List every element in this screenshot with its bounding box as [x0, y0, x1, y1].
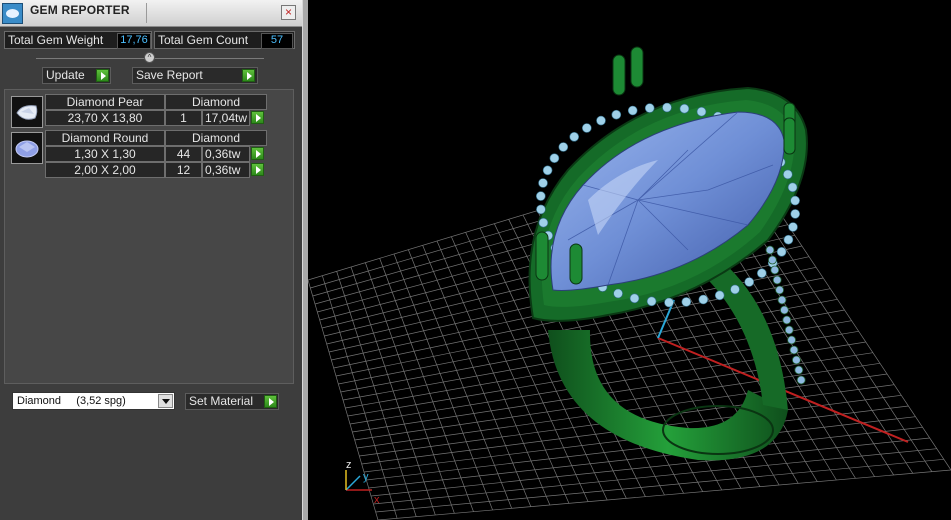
- halo-stone: [536, 204, 546, 215]
- halo-stone: [790, 209, 801, 219]
- grid-line: [375, 458, 944, 513]
- halo-stone: [611, 109, 622, 120]
- halo-stone: [569, 132, 580, 142]
- halo-stone: [730, 284, 740, 295]
- material-select[interactable]: Diamond (3,52 spg): [12, 392, 175, 410]
- halo-stone: [790, 195, 800, 206]
- pear-gem-icon: [11, 96, 43, 128]
- save-report-arrow-icon: [242, 69, 255, 82]
- side-stone: [784, 325, 794, 335]
- halo-stone: [536, 191, 546, 201]
- side-stone: [796, 375, 806, 385]
- set-material-arrow-icon: [264, 395, 277, 408]
- title-separator: [146, 3, 147, 23]
- side-stone: [770, 265, 780, 275]
- set-material-button[interactable]: Set Material: [185, 393, 279, 410]
- gem-material-cell: Diamond: [165, 130, 267, 146]
- material-select-value: Diamond (3,52 spg): [17, 395, 126, 407]
- halo-stone: [538, 217, 549, 228]
- side-stone: [789, 345, 799, 355]
- save-report-button[interactable]: Save Report: [132, 67, 258, 84]
- halo-stone: [787, 182, 798, 193]
- halo-stone: [596, 115, 606, 126]
- side-stone: [791, 355, 801, 365]
- gem-name-cell: Diamond Round: [45, 130, 165, 146]
- gem-size-cell: 23,70 X 13,80: [45, 110, 165, 126]
- total-gem-count-label: Total Gem Count: [158, 33, 249, 47]
- collapse-toggle-icon[interactable]: ^: [144, 52, 155, 63]
- halo-stone: [744, 277, 755, 287]
- halo-stone: [782, 169, 793, 180]
- total-gem-count-box: Total Gem Count 57: [154, 31, 295, 49]
- select-gem-arrow-icon[interactable]: [251, 147, 264, 160]
- halo-stone: [613, 288, 623, 299]
- side-stone: [772, 275, 782, 285]
- gem-count-cell: 44: [165, 146, 202, 162]
- x-axis-label: x: [374, 494, 380, 506]
- side-stone: [794, 365, 804, 375]
- title-bar: GEM REPORTER ×: [0, 0, 302, 27]
- halo-stone: [776, 247, 787, 257]
- halo-stone: [542, 165, 553, 176]
- halo-stone: [756, 268, 767, 279]
- halo-stone: [662, 102, 672, 113]
- halo-stone: [698, 294, 709, 305]
- round-gem-icon: [11, 132, 43, 164]
- halo-stone: [549, 153, 560, 163]
- halo-stone: [696, 106, 707, 117]
- z-axis-label: z: [346, 459, 352, 471]
- select-gem-arrow-icon[interactable]: [251, 163, 264, 176]
- center-pear-stone: [550, 111, 785, 291]
- gem-report-list: Diamond Pear Diamond 23,70 X 13,80 1 17,…: [4, 89, 294, 384]
- side-stone: [777, 295, 787, 305]
- gem-reporter-app-icon: [2, 3, 23, 24]
- halo-stone: [783, 234, 794, 245]
- update-button[interactable]: Update: [42, 67, 111, 84]
- total-gem-weight-value: 17,76: [117, 33, 151, 49]
- update-arrow-icon: [96, 69, 109, 82]
- gem-material-cell: Diamond: [165, 94, 267, 110]
- side-stone: [775, 285, 785, 295]
- gem-weight-cell: 0,36tw: [202, 146, 250, 162]
- window-title: GEM REPORTER: [30, 3, 130, 17]
- gem-weight-cell: 17,04tw: [202, 110, 250, 126]
- axis-indicator: x y z: [345, 459, 380, 506]
- y-axis-label: y: [363, 471, 369, 483]
- gem-size-cell: 1,30 X 1,30: [45, 146, 165, 162]
- select-gem-arrow-icon[interactable]: [251, 111, 264, 124]
- update-label: Update: [46, 68, 85, 82]
- halo-stone: [664, 297, 674, 308]
- halo-stone: [538, 178, 548, 188]
- halo-stone: [558, 142, 569, 152]
- viewport-scene[interactable]: x y z: [308, 0, 951, 520]
- close-icon[interactable]: ×: [281, 5, 296, 20]
- save-report-label: Save Report: [136, 68, 203, 82]
- halo-stone: [646, 296, 657, 307]
- halo-stone: [681, 297, 692, 307]
- total-gem-count-value: 57: [261, 33, 293, 49]
- gem-reporter-panel: GEM REPORTER × Total Gem Weight 17,76 To…: [0, 0, 302, 520]
- chevron-down-icon[interactable]: [158, 394, 173, 408]
- gem-count-cell: 12: [165, 162, 202, 178]
- halo-stone: [644, 103, 655, 113]
- halo-stone: [714, 290, 725, 301]
- side-stone: [765, 245, 775, 255]
- halo-stone: [629, 293, 640, 304]
- total-gem-weight-label: Total Gem Weight: [8, 33, 104, 47]
- side-stone: [787, 335, 797, 345]
- total-gem-weight-box: Total Gem Weight 17,76: [4, 31, 152, 49]
- 3d-viewport[interactable]: x y z: [308, 0, 951, 520]
- side-stone: [767, 255, 777, 265]
- set-material-label: Set Material: [189, 394, 254, 408]
- gem-weight-cell: 0,36tw: [202, 162, 250, 178]
- side-stone: [779, 305, 789, 315]
- halo-stone: [788, 222, 798, 232]
- side-stone: [782, 315, 792, 325]
- halo-stone: [581, 123, 592, 133]
- gem-count-cell: 1: [165, 110, 202, 126]
- halo-stone: [679, 103, 690, 114]
- gem-size-cell: 2,00 X 2,00: [45, 162, 165, 178]
- halo-stone: [627, 105, 638, 116]
- gem-name-cell: Diamond Pear: [45, 94, 165, 110]
